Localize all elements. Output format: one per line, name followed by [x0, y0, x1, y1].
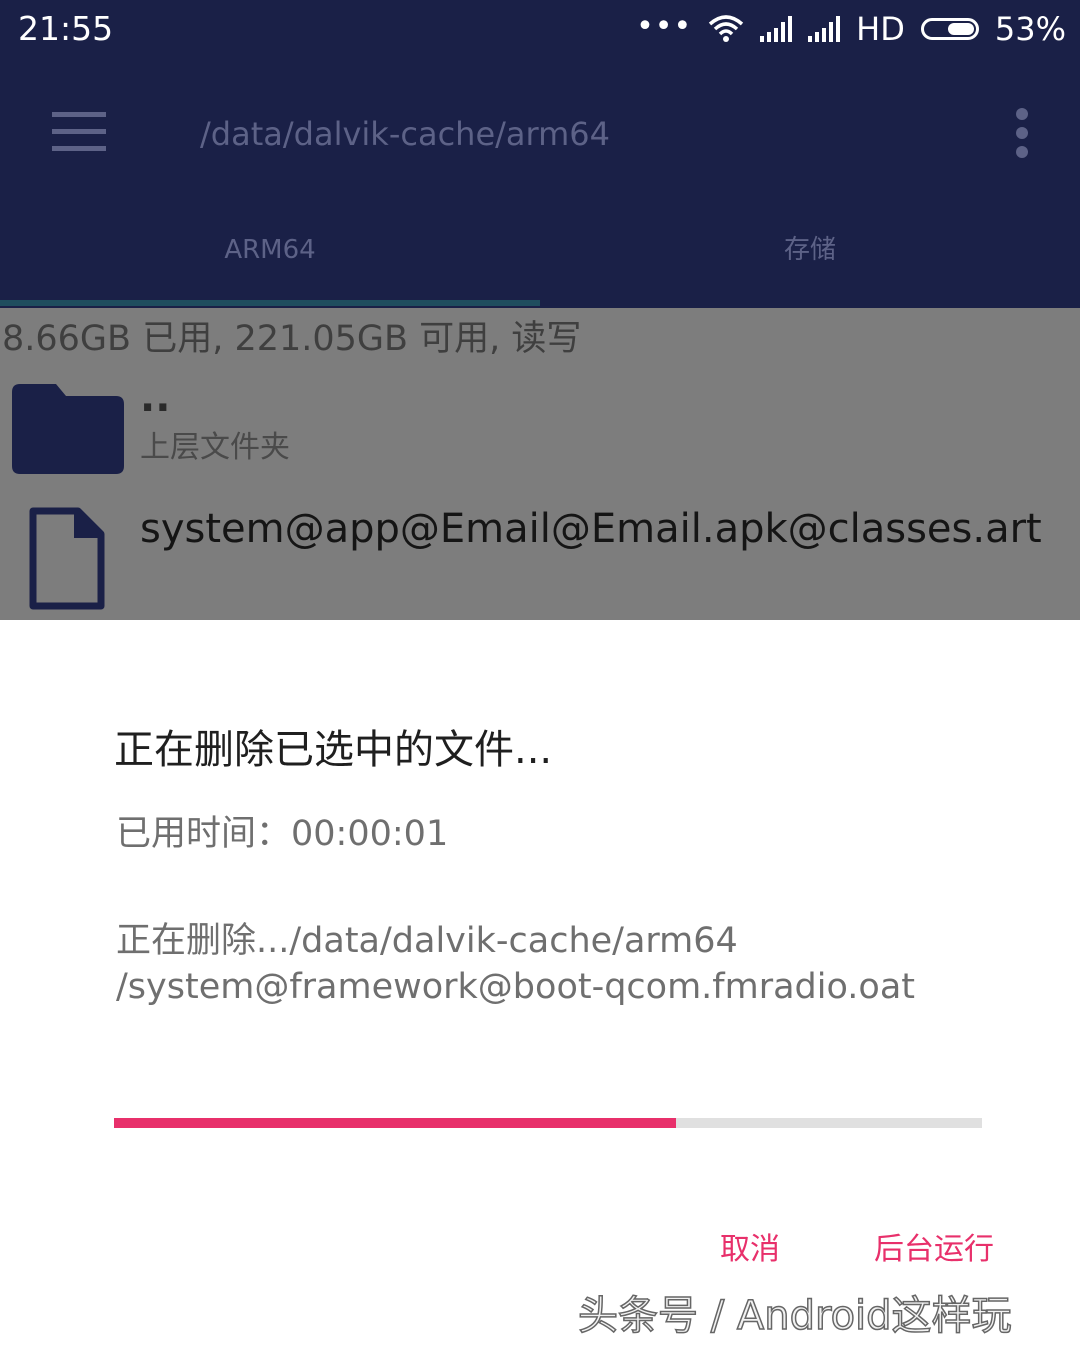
- tab-arm64[interactable]: ARM64: [0, 230, 540, 270]
- file-icon[interactable]: [28, 506, 106, 612]
- menu-icon[interactable]: [52, 112, 106, 152]
- file-name[interactable]: system@app@Email@Email.apk@classes.art: [140, 502, 1060, 556]
- progress-fill: [114, 1118, 676, 1128]
- status-time: 21:55: [18, 9, 114, 48]
- elapsed-time: 已用时间：00:00:01: [116, 810, 448, 858]
- deleting-path: 正在删除.../data/dalvik-cache/arm64 /system@…: [116, 918, 1016, 1010]
- current-path: /data/dalvik-cache/arm64: [200, 115, 610, 153]
- deleting-path-line1: 正在删除.../data/dalvik-cache/arm64: [116, 921, 738, 961]
- signal-strength-icon: [808, 16, 841, 42]
- watermark: 头条号 / Android这样玩: [577, 1292, 1012, 1340]
- status-indicators: ••• HD 53%: [636, 8, 1066, 50]
- dialog-title: 正在删除已选中的文件...: [114, 727, 553, 773]
- elapsed-value: 00:00:01: [291, 814, 449, 854]
- signal-strength-icon: [760, 16, 793, 42]
- parent-folder-name[interactable]: ..: [140, 376, 170, 420]
- delete-progress-dialog: 正在删除已选中的文件... 已用时间：00:00:01 正在删除.../data…: [0, 620, 1080, 1358]
- folder-icon[interactable]: [12, 384, 124, 474]
- run-in-background-button[interactable]: 后台运行: [874, 1228, 994, 1272]
- storage-info: 8.66GB 已用, 221.05GB 可用, 读写: [2, 319, 582, 359]
- wifi-icon: [709, 15, 744, 42]
- progress-bar: [114, 1118, 982, 1128]
- app-bar: /data/dalvik-cache/arm64 ARM64 存储: [0, 58, 1080, 308]
- battery-icon: [920, 18, 979, 40]
- deleting-path-line2: /system@framework@boot-qcom.fmradio.oat: [116, 967, 916, 1007]
- battery-level: [948, 23, 974, 35]
- tab-indicator: [0, 300, 540, 306]
- elapsed-label: 已用时间：: [116, 814, 292, 854]
- network-type-label: HD: [856, 10, 905, 48]
- file-manager-screen: 21:55 ••• HD 53% /data/dalvik-cache/arm6…: [0, 0, 1080, 620]
- cancel-button[interactable]: 取消: [720, 1228, 780, 1272]
- status-bar: 21:55 ••• HD 53%: [0, 0, 1080, 58]
- more-notifications-icon: •••: [636, 8, 693, 44]
- battery-percent: 53%: [994, 10, 1066, 48]
- parent-folder-label: 上层文件夹: [140, 430, 290, 465]
- tab-storage[interactable]: 存储: [540, 230, 1080, 270]
- more-options-icon[interactable]: [1012, 108, 1032, 158]
